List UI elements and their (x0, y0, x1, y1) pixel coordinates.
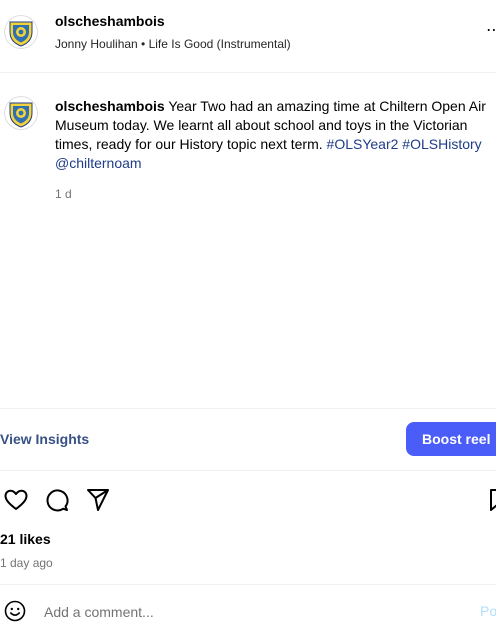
likes-count[interactable]: 21 likes (0, 531, 51, 547)
caption-username[interactable]: olscheshambois (55, 98, 165, 114)
divider (0, 584, 496, 585)
view-insights-link[interactable]: View Insights (0, 431, 89, 447)
school-crest-avatar[interactable] (4, 15, 38, 49)
comment-icon[interactable] (44, 487, 70, 513)
comment-input[interactable] (44, 602, 424, 622)
caption-timestamp: 1 d (55, 187, 72, 201)
post-author-username[interactable]: olscheshambois (55, 13, 165, 29)
send-icon[interactable] (85, 487, 111, 513)
post-caption: olscheshambois Year Two had an amazing t… (55, 97, 495, 173)
post-comment-button[interactable]: Post (480, 603, 496, 619)
audio-track[interactable]: Jonny Houlihan • Life Is Good (Instrumen… (55, 37, 291, 51)
hashtag-link[interactable]: #OLSYear2 (327, 136, 399, 152)
emoji-icon[interactable] (4, 600, 26, 622)
bookmark-icon[interactable] (487, 487, 496, 513)
mention-link[interactable]: @chilternoam (55, 155, 142, 171)
divider (0, 470, 496, 471)
divider (0, 408, 496, 409)
post-time: 1 day ago (0, 556, 53, 570)
post-header: olscheshambois Jonny Houlihan • Life Is … (0, 0, 496, 73)
boost-reel-button[interactable]: Boost reel (406, 422, 496, 456)
caption-avatar[interactable] (4, 96, 38, 130)
heart-icon[interactable] (3, 487, 29, 513)
hashtag-link[interactable]: #OLSHistory (402, 136, 481, 152)
post-panel: olscheshambois Jonny Houlihan • Life Is … (0, 0, 496, 632)
more-horizontal-icon[interactable]: ⋯ (486, 23, 496, 39)
